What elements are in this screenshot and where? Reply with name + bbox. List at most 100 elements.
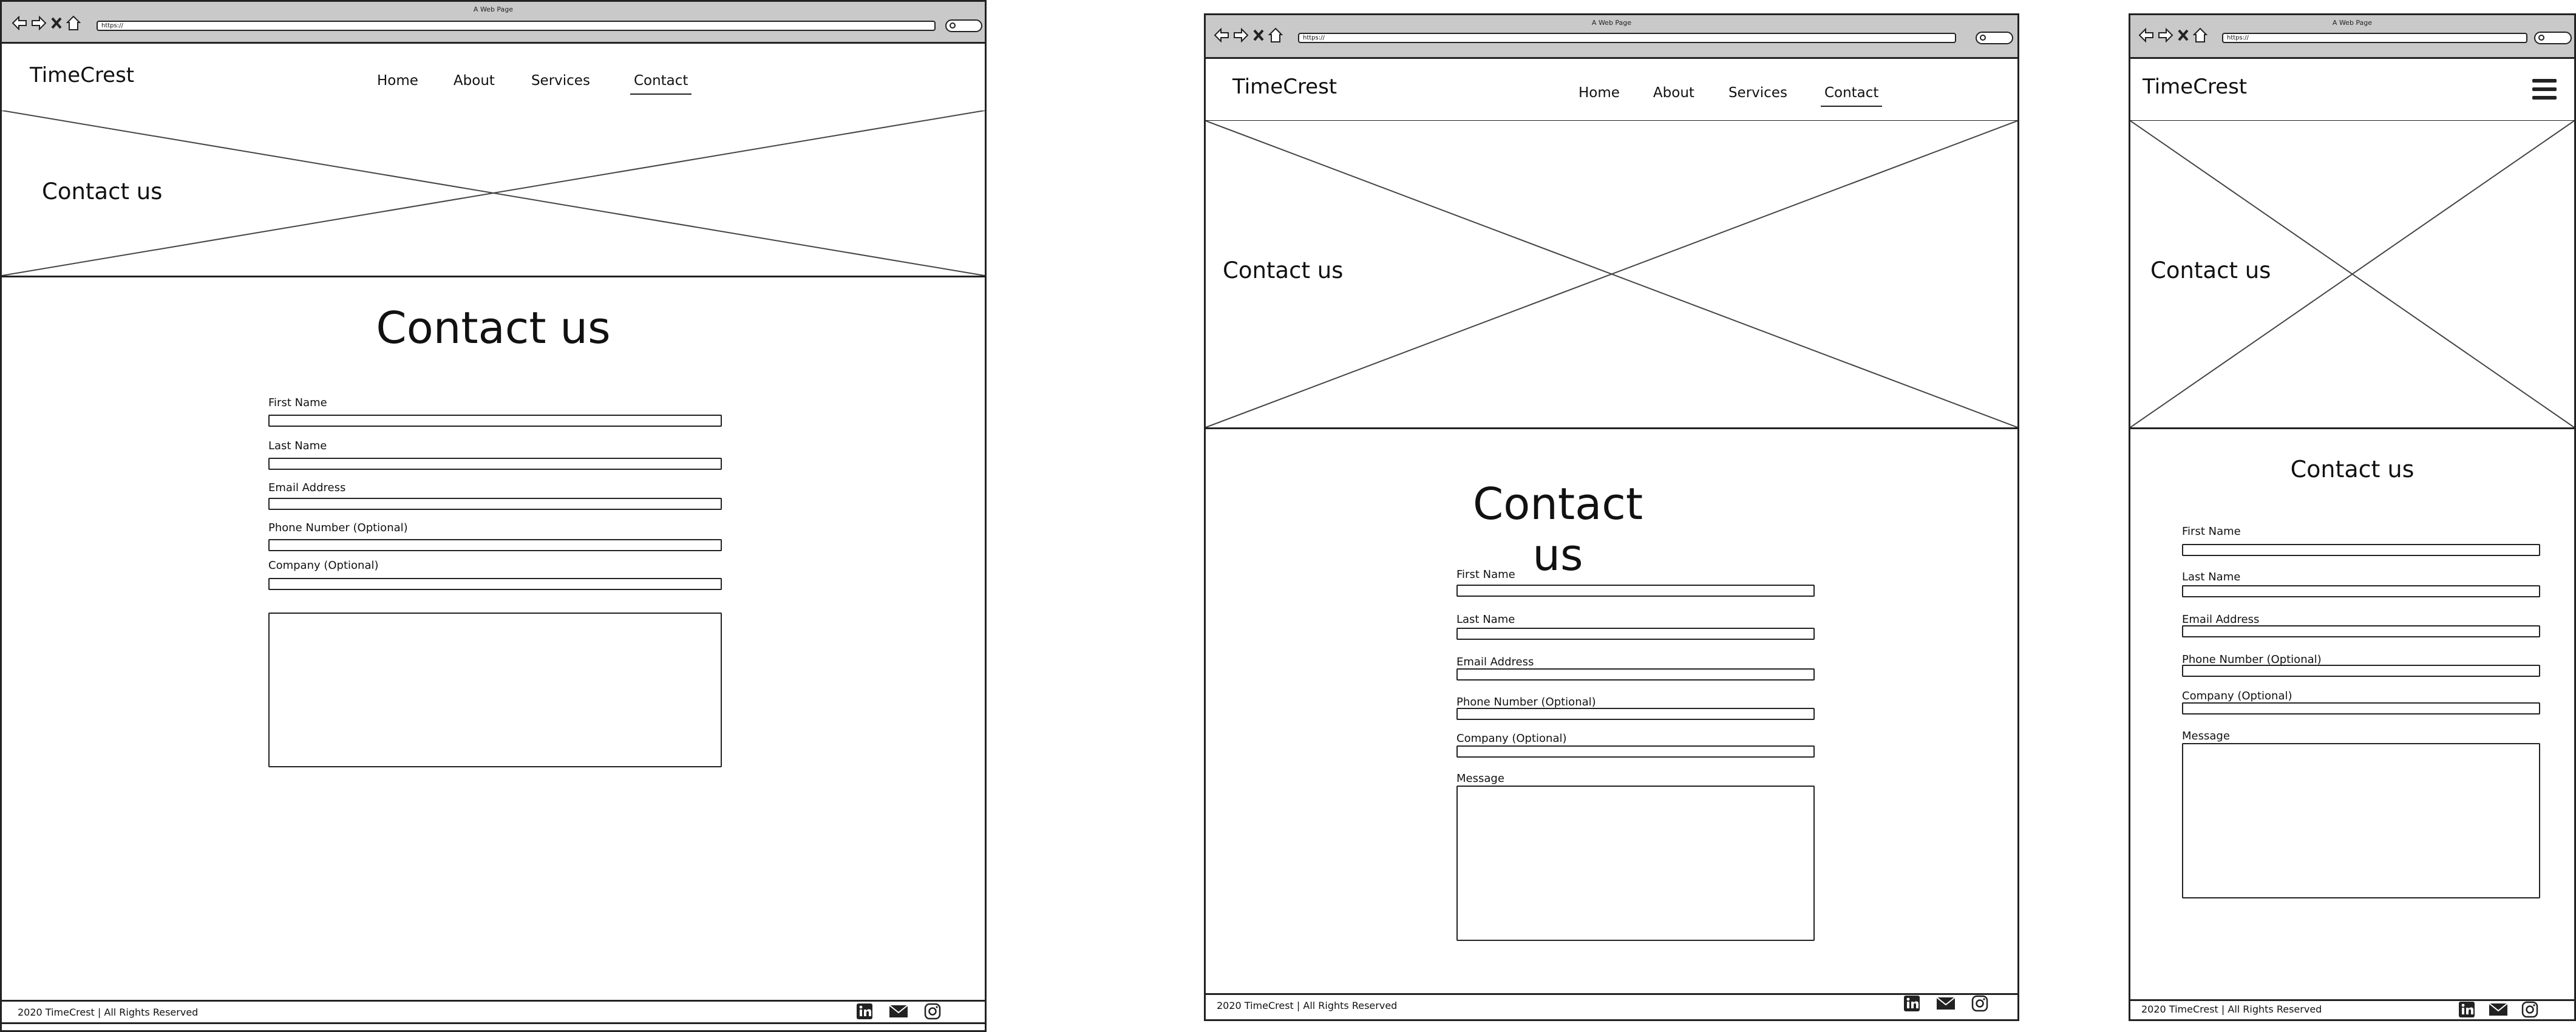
- site-footer: 2020 TimeCrest | All Rights Reserved: [2130, 999, 2574, 1019]
- phone-label: Phone Number (Optional): [2182, 653, 2322, 666]
- page-title: Contact us: [2290, 456, 2415, 483]
- first-name-field: First Name: [268, 396, 722, 433]
- social-links: [856, 1003, 941, 1022]
- stop-icon[interactable]: [2177, 29, 2189, 42]
- instagram-icon[interactable]: [1971, 995, 1988, 1014]
- home-icon[interactable]: [2193, 27, 2207, 43]
- site-logo[interactable]: TimeCrest: [1232, 75, 1337, 99]
- browser-search-button[interactable]: [2534, 32, 2572, 44]
- hero-image-placeholder: Contact us: [1206, 121, 2017, 429]
- company-input[interactable]: [1456, 745, 1815, 758]
- linkedin-icon[interactable]: [1903, 995, 1920, 1014]
- forward-icon[interactable]: [31, 16, 47, 30]
- search-icon: [2538, 35, 2544, 41]
- desktop-wireframe: A Web Page https:// TimeCrest Home About…: [0, 0, 987, 1032]
- forward-icon[interactable]: [1233, 28, 1249, 42]
- site-footer: 2020 TimeCrest | All Rights Reserved: [2, 1000, 985, 1024]
- email-input[interactable]: [2182, 625, 2540, 637]
- back-icon[interactable]: [2138, 28, 2154, 42]
- nav-home[interactable]: Home: [377, 73, 418, 89]
- linkedin-icon[interactable]: [856, 1003, 873, 1022]
- message-textarea[interactable]: [2182, 743, 2540, 898]
- site-footer: 2020 TimeCrest | All Rights Reserved: [1206, 993, 2017, 1019]
- email-label: Email Address: [268, 481, 346, 494]
- browser-nav-icons: [12, 15, 81, 31]
- phone-field: Phone Number (Optional): [2182, 653, 2540, 690]
- company-field: Company (Optional): [268, 559, 722, 596]
- home-icon[interactable]: [1268, 27, 1283, 43]
- search-icon: [950, 22, 956, 29]
- first-name-input[interactable]: [2182, 544, 2540, 556]
- forward-icon[interactable]: [2158, 28, 2173, 42]
- first-name-label: First Name: [2182, 525, 2241, 538]
- instagram-icon[interactable]: [924, 1003, 941, 1022]
- company-input[interactable]: [2182, 702, 2540, 715]
- footer-copyright: 2020 TimeCrest | All Rights Reserved: [1217, 1000, 1398, 1011]
- social-links: [2458, 1001, 2538, 1019]
- phone-input[interactable]: [268, 539, 722, 551]
- last-name-field: Last Name: [268, 440, 722, 476]
- nav-contact[interactable]: Contact: [1820, 85, 1883, 107]
- browser-nav-icons: [2138, 27, 2207, 43]
- nav-about[interactable]: About: [454, 73, 495, 89]
- stop-icon[interactable]: [50, 16, 63, 30]
- company-label: Company (Optional): [2182, 690, 2292, 702]
- phone-label: Phone Number (Optional): [268, 521, 408, 534]
- browser-title: A Web Page: [1591, 19, 1632, 27]
- back-icon[interactable]: [12, 16, 27, 30]
- back-icon[interactable]: [1214, 28, 1229, 42]
- first-name-label: First Name: [1456, 568, 1515, 581]
- page-title: Contact us: [376, 302, 611, 353]
- envelope-icon[interactable]: [1936, 996, 1956, 1013]
- email-label: Email Address: [2182, 613, 2260, 626]
- last-name-field: Last Name: [2182, 571, 2540, 607]
- nav-services[interactable]: Services: [1728, 85, 1787, 101]
- nav-about[interactable]: About: [1653, 85, 1694, 101]
- browser-search-button[interactable]: [945, 19, 982, 32]
- message-textarea[interactable]: [1456, 786, 1815, 941]
- hamburger-menu-icon[interactable]: [2531, 77, 2558, 101]
- main-nav: Home About Services Contact: [377, 73, 692, 95]
- first-name-input[interactable]: [1456, 585, 1815, 597]
- company-input[interactable]: [268, 578, 722, 590]
- email-input[interactable]: [268, 498, 722, 510]
- last-name-input[interactable]: [1456, 628, 1815, 640]
- nav-home[interactable]: Home: [1579, 85, 1620, 101]
- site-header: TimeCrest Home About Services Contact: [2, 44, 985, 112]
- message-textarea[interactable]: [268, 613, 722, 767]
- site-header: TimeCrest Home About Services Contact: [1206, 59, 2017, 122]
- footer-copyright: 2020 TimeCrest | All Rights Reserved: [18, 1007, 199, 1018]
- last-name-input[interactable]: [268, 458, 722, 470]
- envelope-icon[interactable]: [889, 1004, 908, 1021]
- instagram-icon[interactable]: [2521, 1001, 2538, 1019]
- phone-field: Phone Number (Optional): [1456, 696, 1815, 732]
- site-logo[interactable]: TimeCrest: [2143, 75, 2247, 99]
- phone-input[interactable]: [1456, 708, 1815, 720]
- last-name-label: Last Name: [2182, 571, 2241, 583]
- last-name-input[interactable]: [2182, 585, 2540, 597]
- first-name-input[interactable]: [268, 415, 722, 427]
- company-field: Company (Optional): [2182, 690, 2540, 726]
- url-input[interactable]: https://: [2222, 33, 2527, 43]
- site-logo[interactable]: TimeCrest: [30, 63, 134, 87]
- last-name-label: Last Name: [268, 440, 327, 452]
- phone-label: Phone Number (Optional): [1456, 696, 1596, 708]
- browser-search-button[interactable]: [1976, 32, 2013, 44]
- hero-heading: Contact us: [1223, 257, 1344, 283]
- url-input[interactable]: https://: [97, 21, 936, 31]
- stop-icon[interactable]: [1252, 29, 1265, 42]
- tablet-wireframe: A Web Page https:// TimeCrest Home About…: [1204, 13, 2019, 1021]
- envelope-icon[interactable]: [2489, 1002, 2508, 1019]
- home-icon[interactable]: [66, 15, 81, 31]
- browser-chrome: A Web Page https://: [2130, 15, 2574, 59]
- email-field: Email Address: [1456, 656, 1815, 692]
- contact-form: First Name Last Name Email Address Phone…: [2182, 525, 2540, 914]
- email-input[interactable]: [1456, 668, 1815, 681]
- phone-input[interactable]: [2182, 665, 2540, 677]
- company-field: Company (Optional): [1456, 732, 1815, 769]
- linkedin-icon[interactable]: [2458, 1001, 2475, 1019]
- nav-contact[interactable]: Contact: [630, 73, 692, 95]
- nav-services[interactable]: Services: [531, 73, 590, 89]
- browser-chrome: A Web Page https://: [1206, 15, 2017, 59]
- url-input[interactable]: https://: [1298, 33, 1956, 43]
